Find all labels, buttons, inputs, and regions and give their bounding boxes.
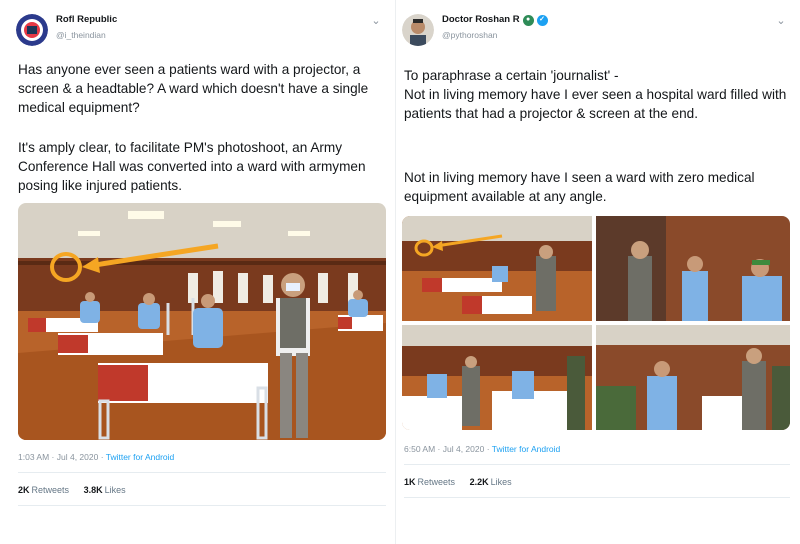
divider bbox=[18, 505, 386, 506]
tweet-stats: 2K Retweets 3.8K Likes bbox=[18, 485, 138, 495]
tweet-source-link[interactable]: Twitter for Android bbox=[106, 452, 175, 462]
retweets-count[interactable]: 1K Retweets bbox=[404, 477, 455, 487]
tweet-header: Rofl Republic @i_theindian ⌄ bbox=[16, 14, 383, 54]
divider bbox=[404, 497, 790, 498]
retweets-count[interactable]: 2K Retweets bbox=[18, 485, 69, 495]
user-handle[interactable]: @pythoroshan bbox=[442, 29, 548, 41]
tweet-timestamp: 6:50 AM · Jul 4, 2020 · Twitter for Andr… bbox=[404, 444, 561, 454]
tweet-text-paragraph-2: Not in living memory have I seen a ward … bbox=[404, 170, 755, 204]
tweet-stats: 1K Retweets 2.2K Likes bbox=[404, 477, 524, 487]
globe-icon: ● bbox=[522, 14, 534, 26]
tweet-card-right[interactable]: Doctor Roshan R ● ✓ @pythoroshan ⌄ To pa… bbox=[395, 0, 800, 544]
divider bbox=[18, 472, 386, 473]
tweet-text-paragraph-2: It's amply clear, to facilitate PM's pho… bbox=[18, 140, 366, 193]
chevron-down-icon[interactable]: ⌄ bbox=[774, 14, 788, 28]
display-name[interactable]: Rofl Republic bbox=[56, 14, 117, 26]
tweet-header: Doctor Roshan R ● ✓ @pythoroshan ⌄ bbox=[402, 14, 788, 54]
verified-icon: ✓ bbox=[536, 14, 548, 26]
likes-count[interactable]: 2.2K Likes bbox=[470, 477, 512, 487]
display-name[interactable]: Doctor Roshan R bbox=[442, 14, 520, 26]
tweet-photo[interactable] bbox=[18, 203, 386, 440]
avatar[interactable] bbox=[16, 14, 48, 46]
chevron-down-icon[interactable]: ⌄ bbox=[369, 14, 383, 28]
divider bbox=[404, 464, 790, 465]
avatar[interactable] bbox=[402, 14, 434, 46]
tweet-text-paragraph-1: To paraphrase a certain 'journalist' - N… bbox=[404, 68, 787, 121]
tweet-photo-grid[interactable] bbox=[402, 216, 790, 430]
tweet-text-paragraph-1: Has anyone ever seen a patients ward wit… bbox=[18, 62, 369, 115]
likes-count[interactable]: 3.8K Likes bbox=[84, 485, 126, 495]
user-handle[interactable]: @i_theindian bbox=[56, 29, 117, 41]
tweet-card-left[interactable]: Rofl Republic @i_theindian ⌄ Has anyone … bbox=[0, 0, 395, 544]
tweet-timestamp: 1:03 AM · Jul 4, 2020 · Twitter for Andr… bbox=[18, 452, 175, 462]
tweet-source-link[interactable]: Twitter for Android bbox=[492, 444, 561, 454]
